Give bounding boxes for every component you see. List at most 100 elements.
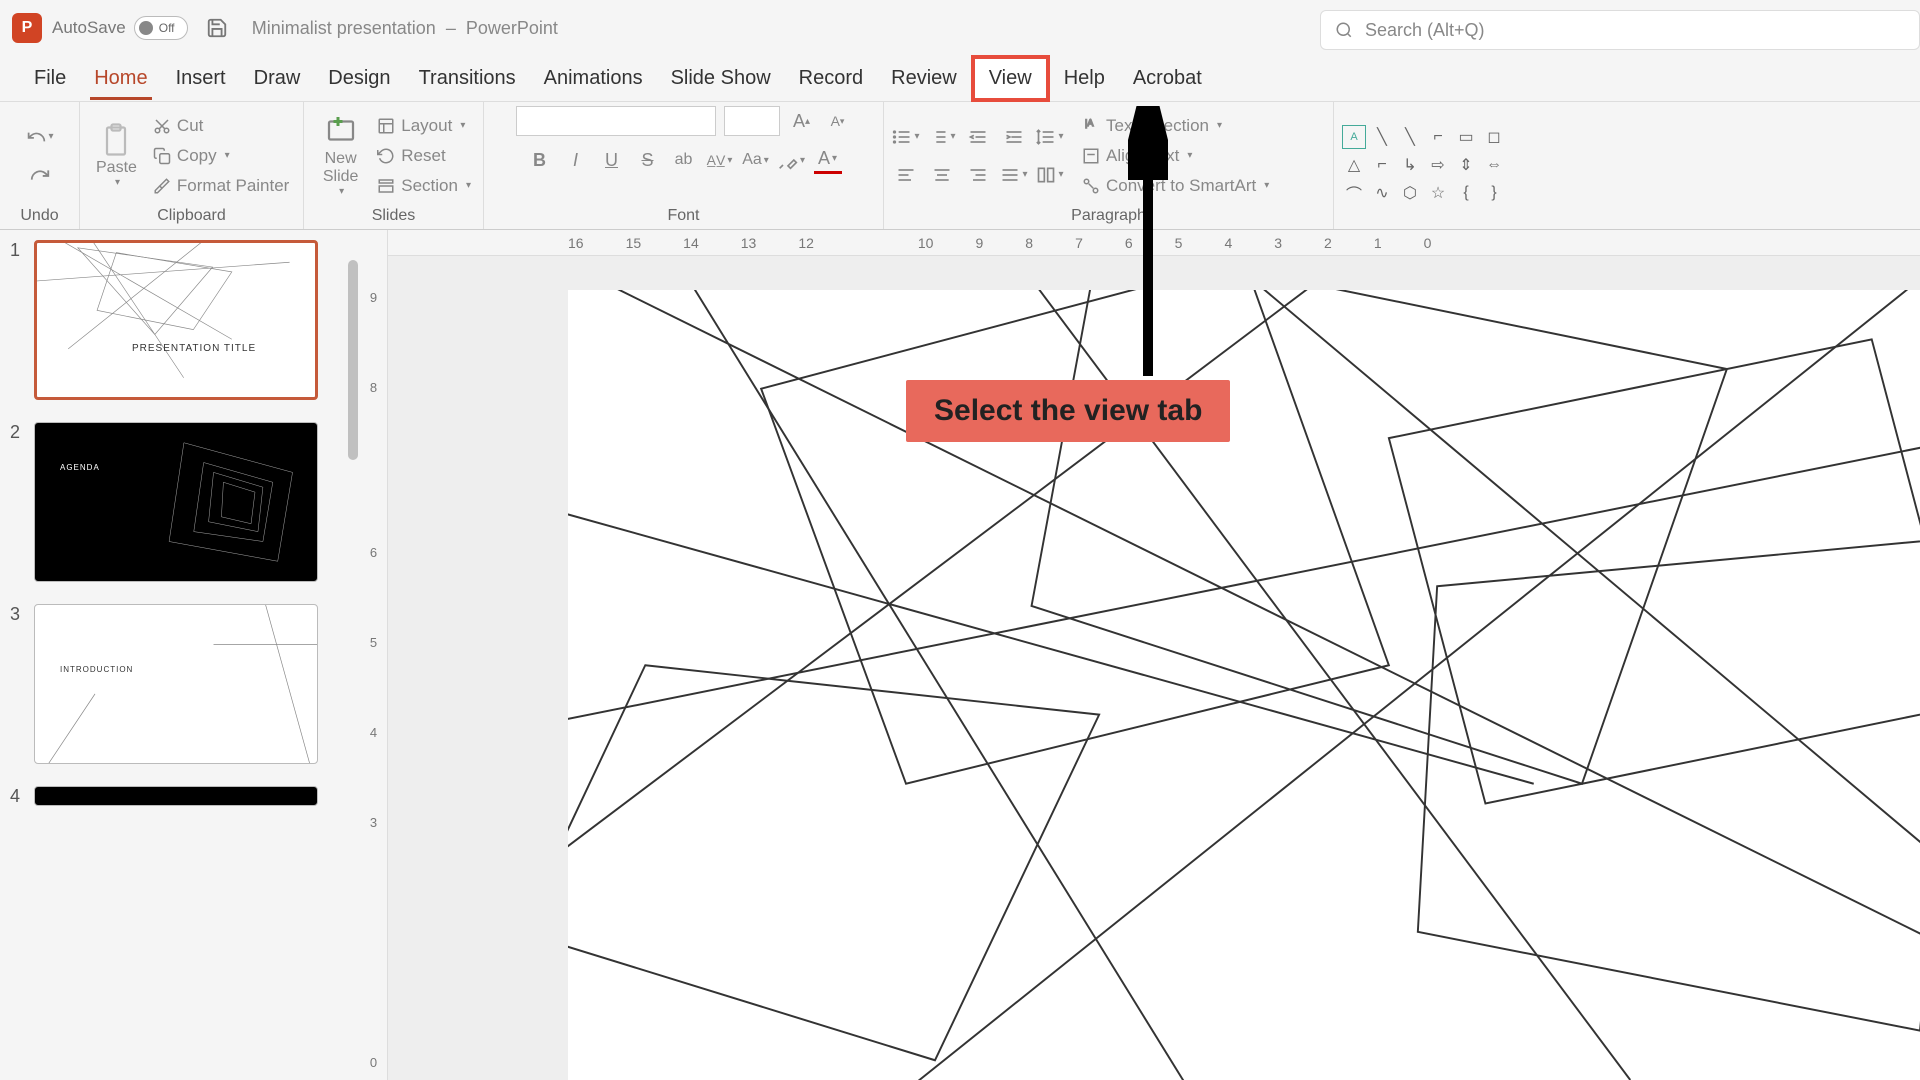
clipboard-group-label: Clipboard (88, 205, 295, 227)
tab-view[interactable]: View (971, 55, 1050, 102)
slide-thumbnail-panel[interactable]: 1 PRESENTATION TITLE 2 AGENDA 3 INTRODUC… (0, 230, 360, 1080)
align-center-button[interactable] (928, 161, 956, 189)
brace2-shape-icon[interactable]: } (1482, 181, 1506, 205)
cut-button[interactable]: Cut (149, 114, 293, 138)
text-direction-button[interactable]: |AText Direction▾ (1078, 114, 1273, 138)
slide-thumbnail-1[interactable]: 1 PRESENTATION TITLE (10, 240, 350, 400)
tab-slideshow[interactable]: Slide Show (657, 59, 785, 98)
line-shape-icon[interactable]: ╲ (1370, 125, 1394, 149)
toggle-switch[interactable]: Off (134, 16, 188, 40)
tab-file[interactable]: File (20, 59, 80, 98)
autosave-label: AutoSave (52, 18, 126, 38)
arc-shape-icon[interactable]: ⌒ (1342, 181, 1366, 205)
tab-insert[interactable]: Insert (162, 59, 240, 98)
slide-thumbnail-3[interactable]: 3 INTRODUCTION (10, 604, 350, 764)
tab-help[interactable]: Help (1050, 59, 1119, 98)
section-button[interactable]: Section▾ (373, 174, 475, 198)
change-case-button[interactable]: Aa▾ (742, 146, 770, 174)
tab-design[interactable]: Design (314, 59, 404, 98)
numbering-button[interactable]: ▾ (928, 123, 956, 151)
toggle-knob (139, 21, 153, 35)
font-family-select[interactable] (516, 106, 716, 136)
columns-button[interactable]: ▾ (1036, 161, 1064, 189)
align-right-button[interactable] (964, 161, 992, 189)
scrollbar-thumb[interactable] (348, 260, 358, 460)
group-clipboard: Paste▾ Cut Copy▾ Format Painter Clipboar… (80, 102, 304, 229)
updown-shape-icon[interactable]: ⇕ (1454, 153, 1478, 177)
thumb-title: AGENDA (60, 463, 100, 472)
thumbnail-image[interactable] (34, 786, 318, 806)
autosave-toggle[interactable]: AutoSave Off (52, 16, 188, 40)
undo-group-label: Undo (8, 205, 71, 227)
rectangle-shape-icon[interactable]: ▭ (1454, 125, 1478, 149)
paragraph-group-label: Paragraph (892, 205, 1325, 227)
convert-smartart-button[interactable]: Convert to SmartArt▾ (1078, 174, 1273, 198)
tab-record[interactable]: Record (785, 59, 877, 98)
elbow-shape-icon[interactable]: ↳ (1398, 153, 1422, 177)
font-color-button[interactable]: A▾ (814, 146, 842, 174)
line2-shape-icon[interactable]: ╲ (1398, 125, 1422, 149)
undo-button[interactable]: ▾ (26, 123, 54, 151)
increase-font-button[interactable]: A▴ (788, 107, 816, 135)
font-size-select[interactable] (724, 106, 780, 136)
group-undo: ▾ Undo (0, 102, 80, 229)
tab-transitions[interactable]: Transitions (405, 59, 530, 98)
shapes-gallery[interactable]: A ╲ ╲ ⌐ ▭ ◻ △ ⌐ ↳ ⇨ ⇕ ⇔ ⌒ ∿ ⬡ ☆ { } (1342, 125, 1506, 205)
strikethrough-button[interactable]: S (634, 146, 662, 174)
thumbnail-image[interactable]: INTRODUCTION (34, 604, 318, 764)
search-input[interactable]: Search (Alt+Q) (1320, 10, 1920, 50)
search-placeholder: Search (Alt+Q) (1365, 20, 1485, 41)
decrease-font-button[interactable]: A▾ (824, 107, 852, 135)
paste-button[interactable]: Paste▾ (88, 119, 145, 192)
reset-button[interactable]: Reset (373, 144, 475, 168)
tab-acrobat[interactable]: Acrobat (1119, 59, 1216, 98)
layout-button[interactable]: Layout▾ (373, 114, 475, 138)
character-spacing-button[interactable]: A̲V̲▾ (706, 146, 734, 174)
thumbnail-image[interactable]: PRESENTATION TITLE (34, 240, 318, 400)
underline-button[interactable]: U (598, 146, 626, 174)
decrease-indent-button[interactable] (964, 123, 992, 151)
ribbon: ▾ Undo Paste▾ Cut Copy▾ Format Painter C… (0, 102, 1920, 230)
square-shape-icon[interactable]: ◻ (1482, 125, 1506, 149)
format-painter-button[interactable]: Format Painter (149, 174, 293, 198)
group-paragraph: ▾ ▾ ▾ ▾ ▾ |AText Direction▾ Align Text▾ (884, 102, 1334, 229)
italic-button[interactable]: I (562, 146, 590, 174)
bullets-button[interactable]: ▾ (892, 123, 920, 151)
save-icon[interactable] (206, 17, 228, 39)
align-left-button[interactable] (892, 161, 920, 189)
curve-shape-icon[interactable]: ∿ (1370, 181, 1394, 205)
slide-number: 3 (10, 604, 26, 764)
slide-thumbnail-2[interactable]: 2 AGENDA (10, 422, 350, 582)
highlight-button[interactable]: ▾ (778, 146, 806, 174)
leftright-shape-icon[interactable]: ⇔ (1482, 153, 1506, 177)
redo-button[interactable] (26, 161, 54, 189)
bold-button[interactable]: B (526, 146, 554, 174)
tab-review[interactable]: Review (877, 59, 971, 98)
slide-canvas[interactable] (568, 290, 1920, 1080)
group-slides: New Slide▾ Layout▾ Reset Section▾ Slides (304, 102, 484, 229)
tab-draw[interactable]: Draw (240, 59, 315, 98)
powerpoint-app-icon: P (12, 13, 42, 43)
instruction-callout: Select the view tab (906, 380, 1230, 442)
increase-indent-button[interactable] (1000, 123, 1028, 151)
slide-number: 2 (10, 422, 26, 582)
arrow-shape-icon[interactable]: ⇨ (1426, 153, 1450, 177)
align-text-button[interactable]: Align Text▾ (1078, 144, 1273, 168)
angle-shape-icon[interactable]: ⌐ (1370, 153, 1394, 177)
brace-shape-icon[interactable]: { (1454, 181, 1478, 205)
tab-home[interactable]: Home (80, 59, 161, 98)
slide-thumbnail-4[interactable]: 4 (10, 786, 350, 807)
tab-animations[interactable]: Animations (530, 59, 657, 98)
star-shape-icon[interactable]: ☆ (1426, 181, 1450, 205)
justify-button[interactable]: ▾ (1000, 161, 1028, 189)
triangle-shape-icon[interactable]: △ (1342, 153, 1366, 177)
shadow-button[interactable]: ab (670, 146, 698, 174)
line-spacing-button[interactable]: ▾ (1036, 123, 1064, 151)
group-drawing: A ╲ ╲ ⌐ ▭ ◻ △ ⌐ ↳ ⇨ ⇕ ⇔ ⌒ ∿ ⬡ ☆ { } (1334, 102, 1920, 229)
freeform-shape-icon[interactable]: ⬡ (1398, 181, 1422, 205)
new-slide-button[interactable]: New Slide▾ (312, 110, 369, 200)
connector-shape-icon[interactable]: ⌐ (1426, 125, 1450, 149)
thumbnail-image[interactable]: AGENDA (34, 422, 318, 582)
copy-button[interactable]: Copy▾ (149, 144, 293, 168)
textbox-shape-icon[interactable]: A (1342, 125, 1366, 149)
